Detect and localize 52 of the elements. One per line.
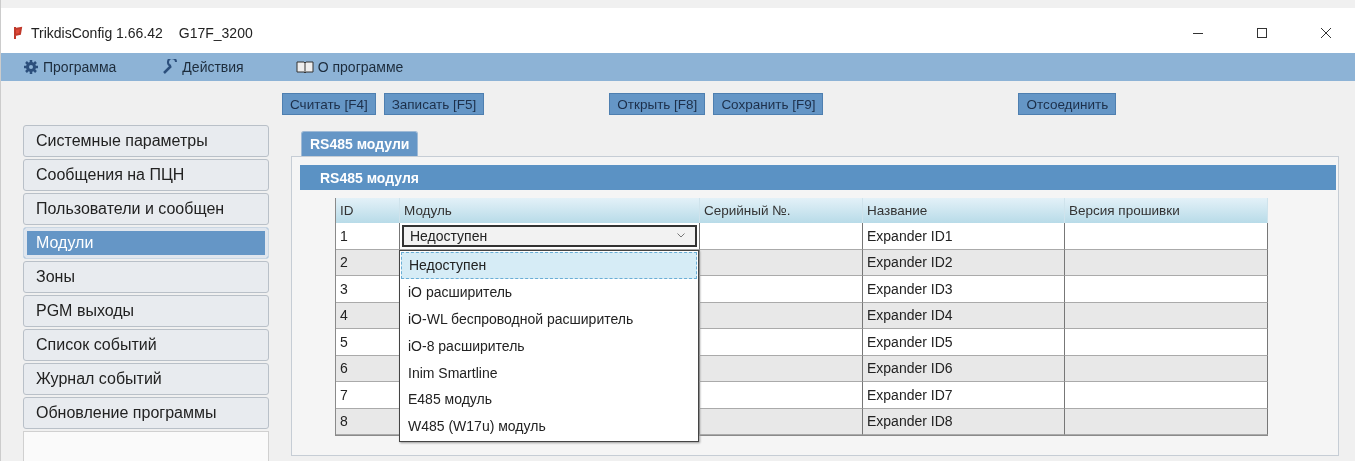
gear-icon (23, 59, 39, 75)
menu-item[interactable]: Программа (23, 59, 117, 75)
column-header: Версия прошивки (1065, 198, 1268, 223)
sidebar-item[interactable]: Зоны (23, 261, 269, 293)
toolbar-button[interactable]: Сохранить [F9] (713, 93, 824, 115)
sidebar-item[interactable]: Системные параметры (23, 125, 269, 157)
table-cell: 2 (336, 249, 400, 276)
module-combobox[interactable]: Недоступен (402, 224, 697, 247)
column-header: Модуль (400, 198, 700, 223)
dropdown-option[interactable]: iO расширитель (401, 278, 697, 306)
dropdown-option[interactable]: iO-WL беспроводной расширитель (401, 305, 697, 333)
toolbar-button[interactable]: Считать [F4] (282, 93, 376, 115)
close-icon (1320, 27, 1332, 39)
sidebar-item[interactable]: Пользователи и сообщен (23, 193, 269, 225)
table-cell: 4 (336, 302, 400, 329)
wrench-icon (162, 59, 179, 75)
table-cell: Expander ID7 (863, 382, 1065, 409)
table-cell: Expander ID6 (863, 355, 1065, 382)
maximize-icon (1256, 27, 1268, 39)
sidebar-item[interactable]: PGM выходы (23, 295, 269, 327)
group-title: RS485 модуля (320, 169, 419, 186)
menu-item[interactable]: Действия (162, 59, 244, 75)
table-cell: Expander ID4 (863, 302, 1065, 329)
toolbar-button[interactable]: Отсоединить (1018, 93, 1117, 115)
table-cell: Expander ID2 (863, 249, 1065, 276)
table-cell: Expander ID5 (863, 329, 1065, 356)
toolbar-button[interactable]: Записать [F5] (383, 93, 485, 115)
sidebar-item[interactable]: Сообщения на ПЦН (23, 159, 269, 191)
sidebar-item[interactable]: Список событий (23, 329, 269, 361)
sidebar-item[interactable]: Журнал событий (23, 363, 269, 395)
device-name: G17F_3200 (178, 25, 253, 41)
menu-item[interactable]: О программе (295, 59, 404, 75)
dropdown-option[interactable]: E485 модуль (401, 386, 697, 413)
column-header: ID (336, 198, 400, 223)
table-cell: Expander ID3 (863, 276, 1065, 303)
table-cell: 1 (336, 223, 400, 250)
book-icon (295, 60, 314, 74)
table-cell: 6 (336, 355, 400, 382)
table-cell: 8 (336, 408, 400, 435)
app-logo-icon (13, 26, 23, 40)
dropdown-option[interactable]: Inim Smartline (401, 359, 697, 386)
table-cell: Expander ID1 (863, 223, 1065, 250)
column-header: Серийный №. (700, 198, 863, 223)
dropdown-option[interactable]: W485 (W17u) модуль (401, 412, 697, 440)
table-cell: Expander ID8 (863, 408, 1065, 435)
window-title: TrikdisConfig 1.66.42 (31, 25, 163, 41)
dropdown-option[interactable]: iO-8 расширитель (401, 332, 697, 360)
dropdown-option[interactable]: Недоступен (401, 252, 697, 279)
caret-icon (677, 233, 685, 239)
column-header: Название (863, 198, 1065, 223)
toolbar-button[interactable]: Открыть [F8] (609, 93, 706, 115)
sidebar-item[interactable]: Обновление программы (23, 397, 269, 429)
